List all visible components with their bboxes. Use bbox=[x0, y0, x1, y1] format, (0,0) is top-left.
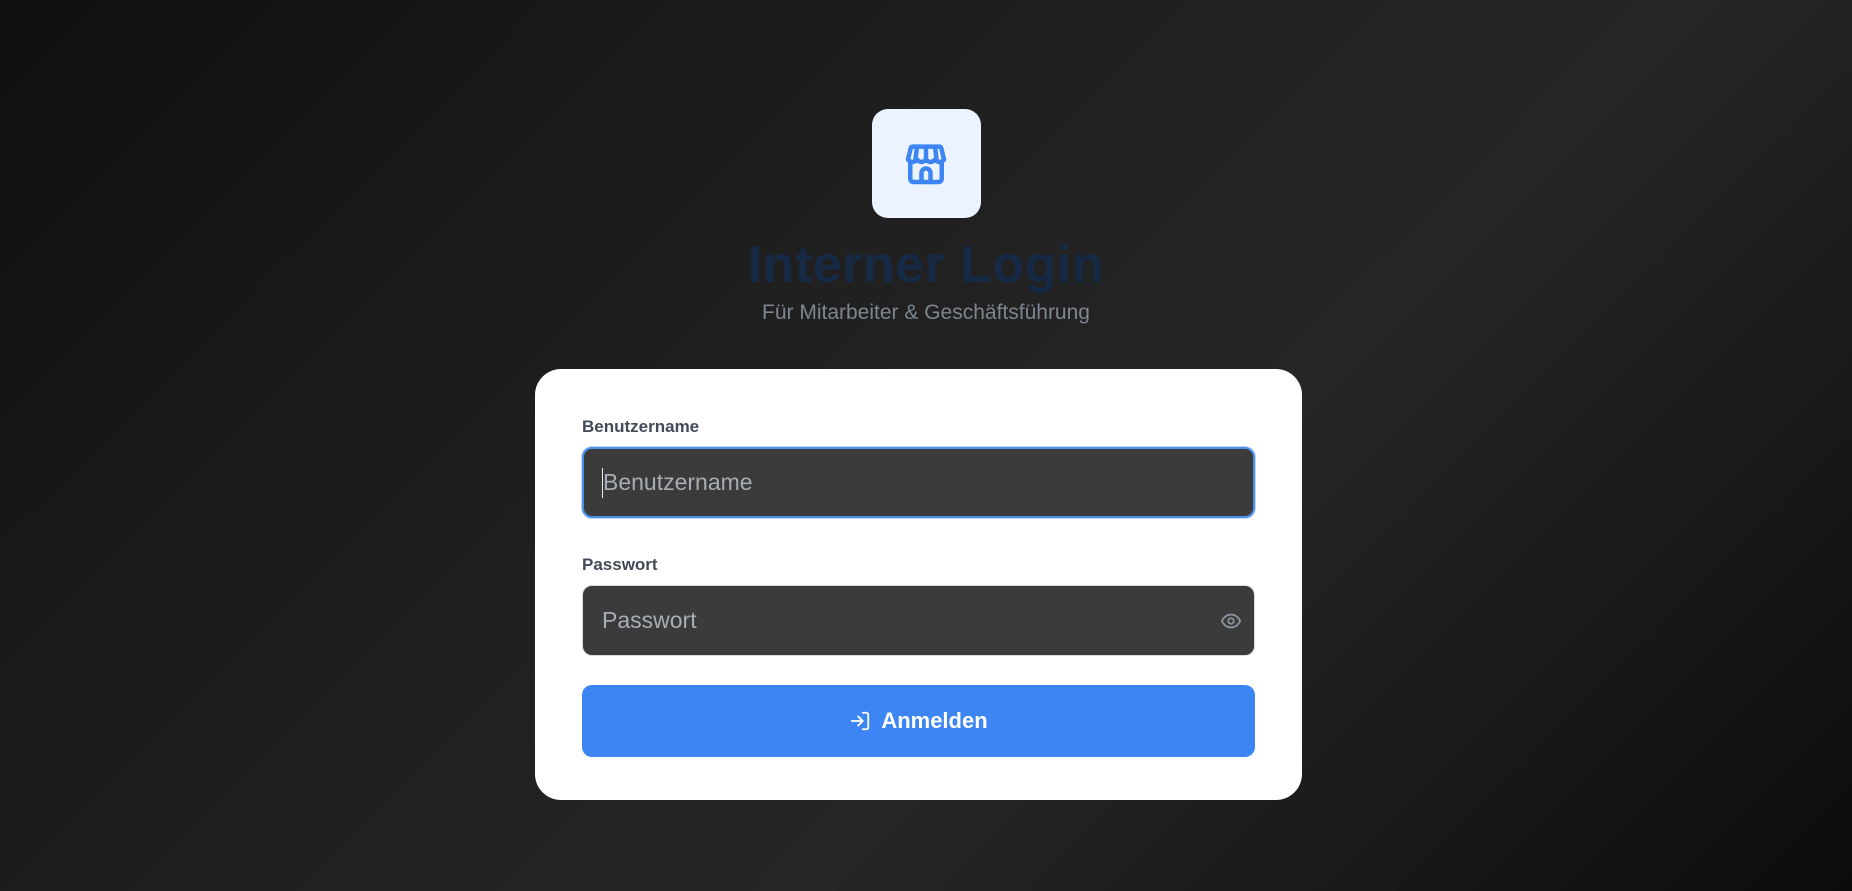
login-card: Benutzername Passwort Anmelden bbox=[535, 369, 1302, 800]
login-button[interactable]: Anmelden bbox=[582, 685, 1255, 757]
login-button-label: Anmelden bbox=[881, 708, 988, 733]
password-field-wrap bbox=[582, 585, 1255, 656]
username-label: Benutzername bbox=[582, 417, 700, 436]
page-subtitle: Für Mitarbeiter & Geschäftsführung bbox=[762, 300, 1090, 324]
password-label: Passwort bbox=[582, 555, 658, 574]
eye-icon bbox=[1220, 613, 1242, 629]
password-input[interactable] bbox=[582, 585, 1255, 656]
page-title: Interner Login bbox=[747, 236, 1105, 294]
toggle-password-visibility-button[interactable] bbox=[1217, 607, 1245, 635]
text-cursor bbox=[602, 468, 603, 498]
log-in-icon bbox=[851, 711, 870, 731]
brand-header: Interner Login Für Mitarbeiter & Geschäf… bbox=[0, 109, 1852, 325]
logo-tile bbox=[871, 109, 981, 218]
username-input[interactable] bbox=[582, 447, 1255, 518]
store-icon bbox=[905, 143, 947, 184]
username-field-wrap bbox=[582, 447, 1255, 518]
